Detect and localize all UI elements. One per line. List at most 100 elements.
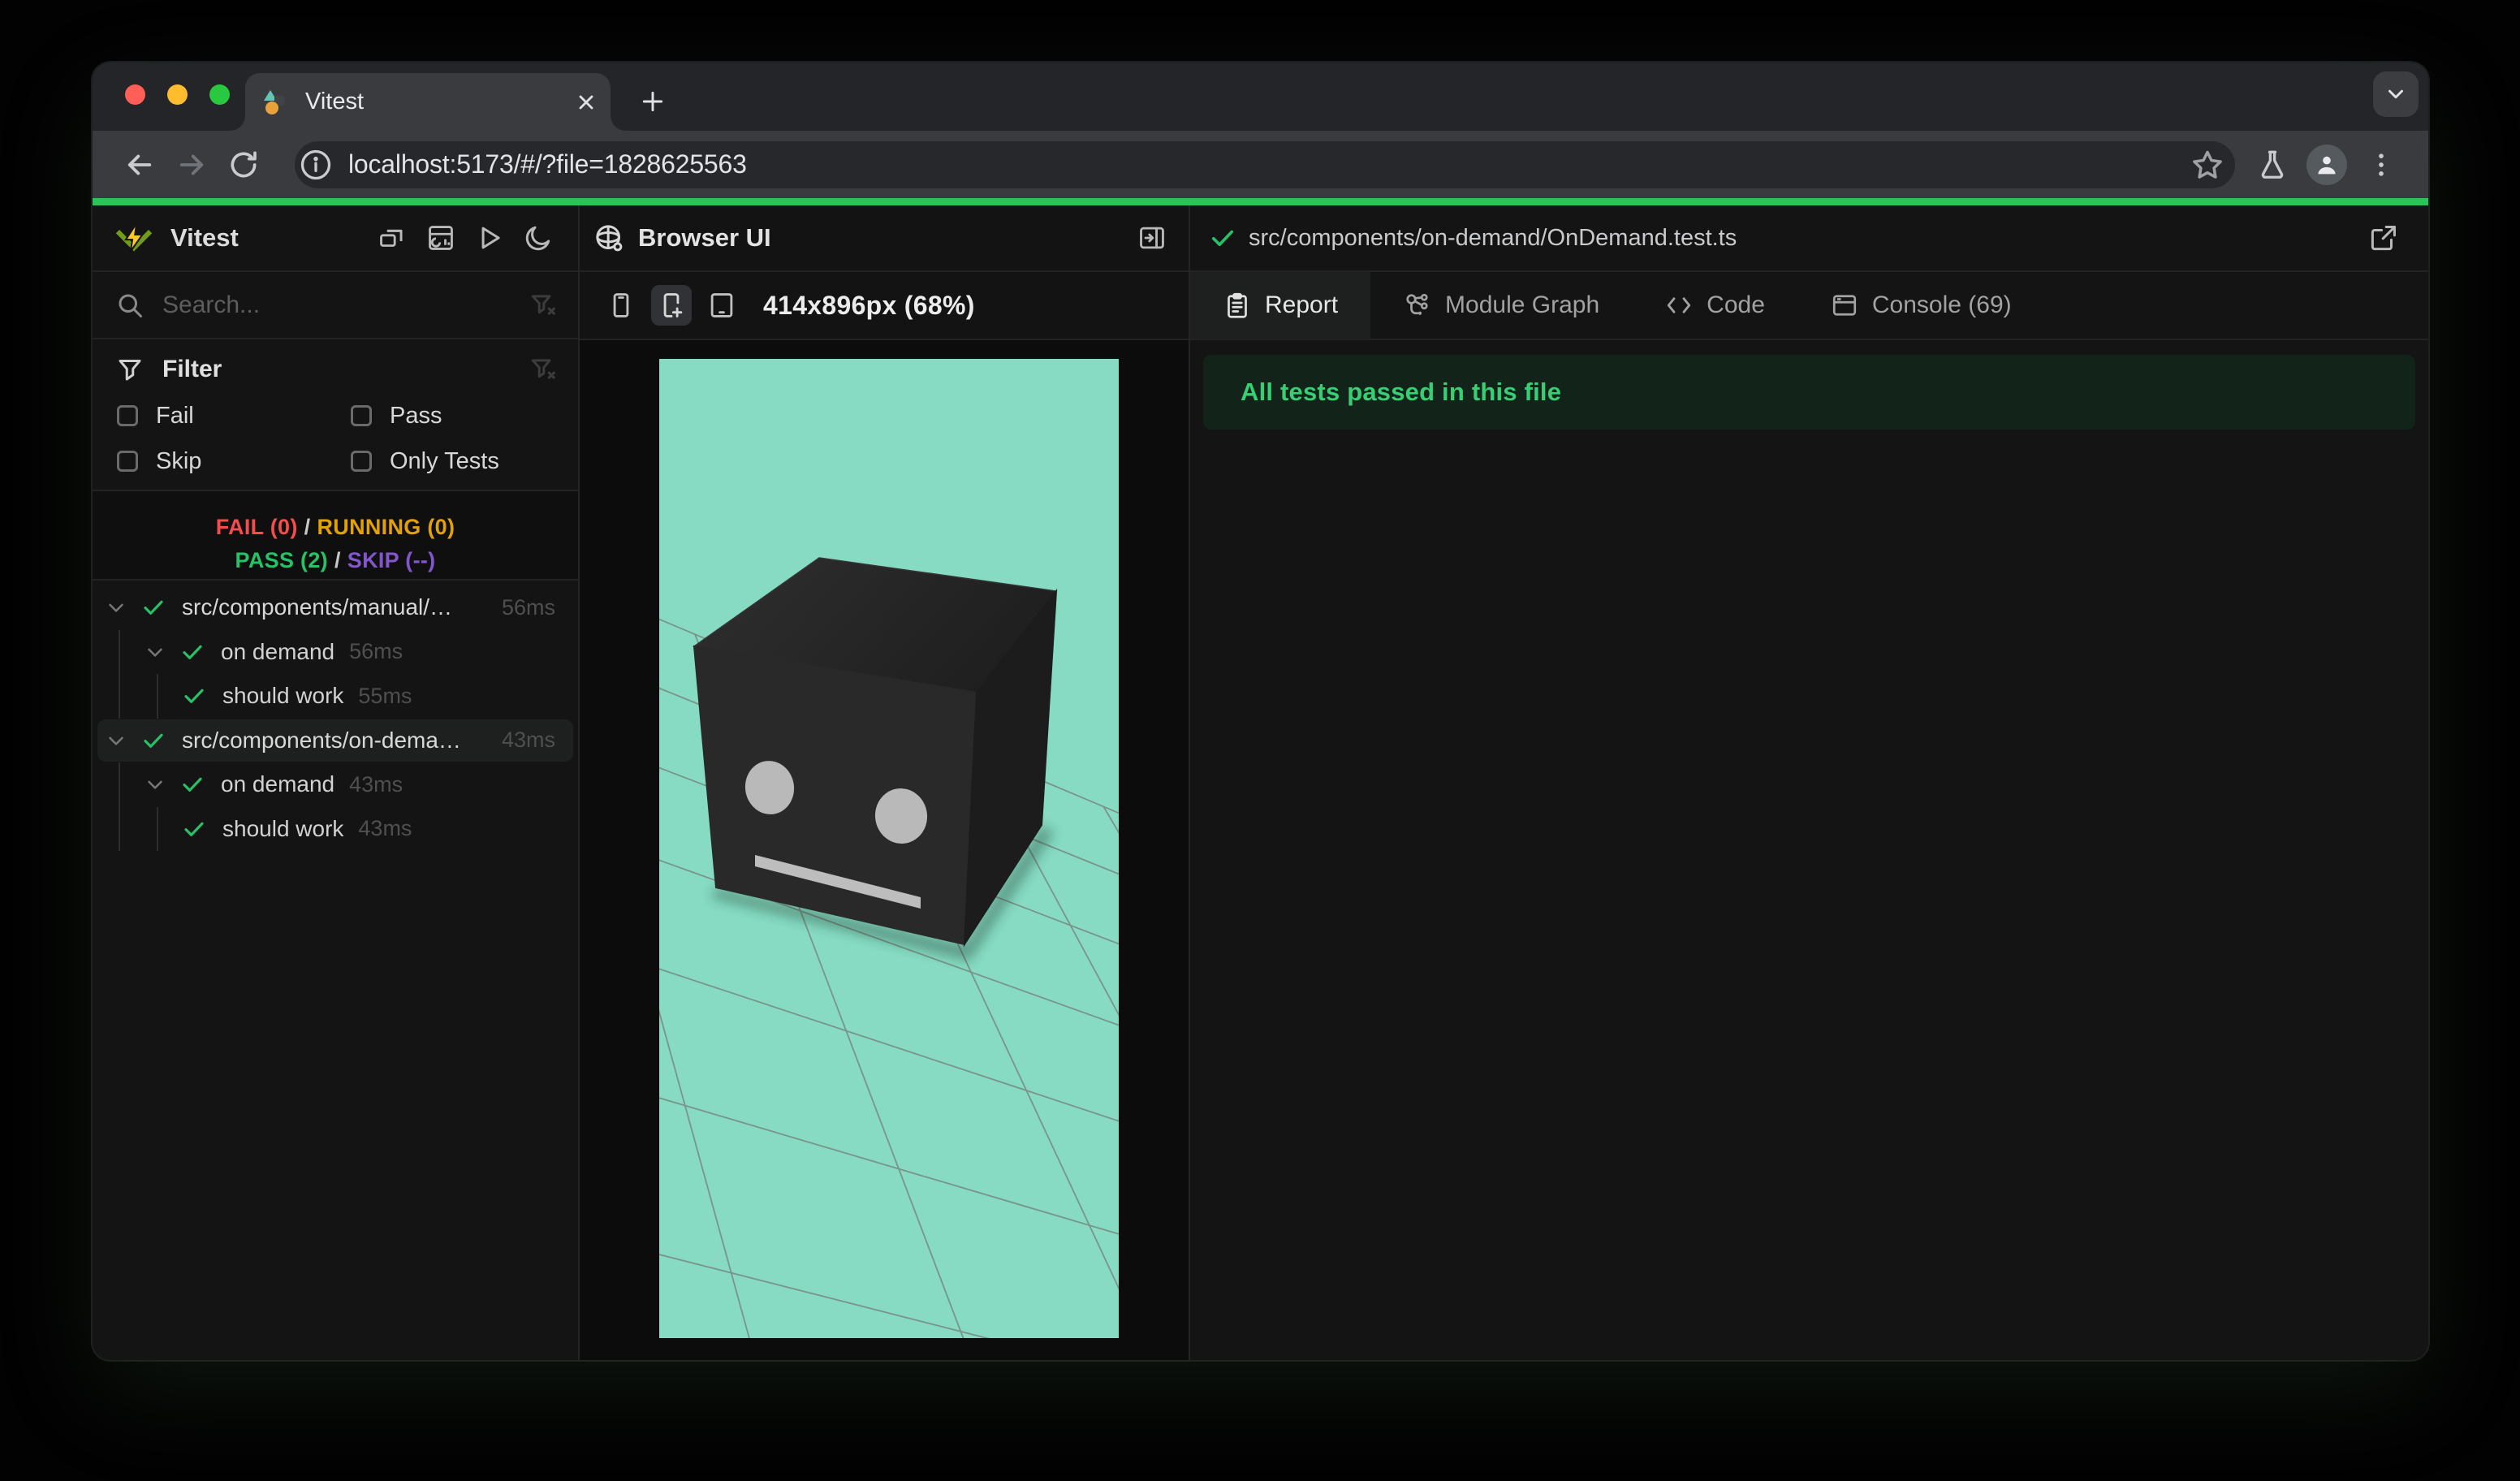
- minimize-window-button[interactable]: [167, 84, 188, 105]
- tab-label: Console (69): [1871, 291, 2012, 318]
- sidebar: Vitest Search... Filter Fail Pass Skip O…: [93, 205, 578, 1360]
- test-duration: 56ms: [349, 639, 403, 664]
- checkbox-icon[interactable]: [117, 451, 138, 472]
- search-icon: [119, 294, 142, 317]
- site-info-icon[interactable]: [298, 147, 334, 183]
- test-suite-name: on demand: [221, 771, 335, 797]
- viewport-dimensions: 414x896px (68%): [763, 290, 975, 320]
- browser-preview-panel: Browser UI 414x896px (68%): [580, 205, 1189, 1360]
- tab-report[interactable]: Report: [1190, 272, 1371, 339]
- preview-title: Browser UI: [638, 223, 771, 252]
- traffic-lights: [125, 84, 230, 105]
- filter-checkbox-skip[interactable]: Skip: [115, 445, 349, 477]
- report-body: All tests passed in this file: [1190, 340, 2428, 1360]
- all-tests-passed-banner: All tests passed in this file: [1203, 355, 2415, 430]
- checkbox-icon[interactable]: [117, 405, 138, 426]
- zoom-window-button[interactable]: [209, 84, 230, 105]
- tree-file-row[interactable]: src/components/manual/… 56ms: [93, 585, 578, 630]
- fail-count: FAIL (0): [215, 515, 298, 539]
- app-title: Vitest: [170, 223, 239, 252]
- test-file-name: src/components/manual/…: [182, 594, 453, 620]
- checkbox-icon[interactable]: [351, 451, 372, 472]
- back-button[interactable]: [114, 139, 166, 191]
- clear-filter-icon[interactable]: [528, 354, 559, 385]
- vitest-ui: Vitest Search... Filter Fail Pass Skip O…: [93, 205, 2428, 1360]
- console-panel-icon: [1832, 295, 1856, 316]
- device-tablet-icon[interactable]: [701, 285, 742, 326]
- tab-title: Vitest: [305, 89, 365, 114]
- filter-checkbox-pass[interactable]: Pass: [349, 399, 559, 432]
- test-iframe[interactable]: [659, 359, 1119, 1338]
- report-file-path: src/components/on-demand/OnDemand.test.t…: [1249, 224, 1737, 251]
- dashboard-icon[interactable]: [421, 218, 461, 258]
- forward-button[interactable]: [166, 139, 218, 191]
- module-graph-icon: [1406, 293, 1428, 315]
- summary-separator: /: [334, 548, 341, 572]
- experiments-flask-icon[interactable]: [2246, 139, 2298, 191]
- tab-console[interactable]: Console (69): [1797, 272, 2044, 339]
- pass-check-icon: [180, 815, 208, 843]
- scene-3d: [659, 557, 1119, 1338]
- running-count: RUNNING (0): [317, 515, 455, 539]
- report-clipboard-icon: [1228, 292, 1247, 318]
- pass-check-icon: [179, 771, 206, 798]
- test-case-name: should work: [222, 815, 344, 841]
- test-summary: FAIL (0) / RUNNING (0) PASS (2) / SKIP (--): [93, 491, 578, 581]
- reload-button[interactable]: [218, 139, 270, 191]
- tab-search-button[interactable]: [2373, 71, 2419, 117]
- close-window-button[interactable]: [125, 84, 145, 105]
- tab-module-graph[interactable]: Module Graph: [1370, 272, 1632, 339]
- preview-toolbar: 414x896px (68%): [580, 272, 1189, 340]
- toolbar-actions: [2246, 139, 2407, 191]
- globe-icon: [596, 225, 623, 252]
- test-suite-name: on demand: [221, 638, 335, 664]
- code-icon: [1667, 297, 1691, 313]
- filter-checkbox-fail[interactable]: Fail: [115, 399, 349, 432]
- test-duration: 56ms: [501, 594, 555, 620]
- tree-suite-row[interactable]: on demand 43ms: [93, 762, 578, 807]
- checkbox-label: Pass: [390, 402, 442, 429]
- summary-separator: /: [304, 515, 311, 539]
- tab-label: Report: [1265, 291, 1339, 318]
- tree-suite-row[interactable]: on demand 56ms: [93, 630, 578, 675]
- dark-mode-icon[interactable]: [518, 218, 559, 258]
- browser-menu-icon[interactable]: [2355, 139, 2407, 191]
- bookmark-star-icon[interactable]: [2190, 147, 2225, 183]
- checkbox-icon[interactable]: [351, 405, 372, 426]
- chevron-down-icon[interactable]: [102, 594, 130, 621]
- collapse-windows-icon[interactable]: [372, 218, 412, 258]
- vitest-favicon-icon: [263, 89, 291, 116]
- tree-test-row[interactable]: should work 43ms: [93, 807, 578, 852]
- filter-checkbox-onlytests[interactable]: Only Tests: [349, 445, 559, 477]
- pass-check-icon: [179, 638, 206, 666]
- clear-search-filter-icon[interactable]: [528, 290, 559, 321]
- panel-right-open-icon[interactable]: [1132, 218, 1172, 258]
- tree-test-row[interactable]: should work 55ms: [93, 674, 578, 719]
- browser-tab[interactable]: Vitest: [231, 73, 625, 131]
- tab-code[interactable]: Code: [1632, 272, 1797, 339]
- preview-area: [580, 340, 1189, 1360]
- preview-header: Browser UI: [580, 205, 1189, 272]
- device-phone-plus-button[interactable]: [651, 285, 692, 326]
- run-all-icon[interactable]: [469, 218, 510, 258]
- pass-check-icon: [140, 727, 167, 754]
- report-tabs: Report Module Graph Code Console (69): [1190, 272, 2428, 340]
- search-input[interactable]: Search...: [162, 291, 528, 319]
- test-duration: 43ms: [501, 728, 555, 753]
- address-bar[interactable]: localhost:5173/#/?file=1828625563: [295, 140, 2235, 188]
- pass-check-icon: [180, 682, 208, 710]
- filter-section: Filter Fail Pass Skip Only Tests: [93, 339, 578, 491]
- open-external-icon[interactable]: [2363, 218, 2404, 258]
- test-file-name: src/components/on-dema…: [182, 727, 461, 753]
- new-tab-button[interactable]: [632, 80, 674, 123]
- device-phone-icon[interactable]: [601, 285, 641, 326]
- chevron-down-icon[interactable]: [141, 771, 169, 798]
- chevron-down-icon[interactable]: [141, 638, 169, 666]
- chevron-down-icon[interactable]: [102, 727, 130, 754]
- skip-count: SKIP (--): [347, 548, 436, 572]
- browser-toolbar: localhost:5173/#/?file=1828625563: [93, 131, 2428, 198]
- tree-file-row-selected[interactable]: src/components/on-dema… 43ms: [93, 719, 578, 763]
- tab-close-icon[interactable]: [572, 88, 601, 117]
- profile-avatar[interactable]: [2306, 144, 2347, 185]
- url-text[interactable]: localhost:5173/#/?file=1828625563: [348, 149, 2190, 179]
